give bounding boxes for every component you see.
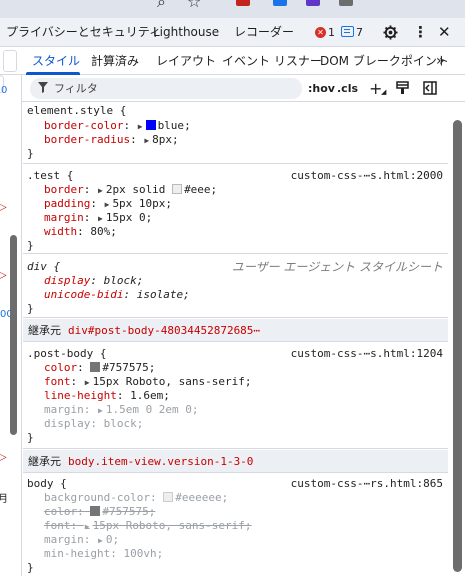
- star-icon[interactable]: ☆: [187, 0, 201, 11]
- extension-icon[interactable]: [236, 0, 250, 6]
- declaration-border-color[interactable]: border-color: ▶ blue;: [44, 119, 191, 133]
- styles-filter-bar: フィルタ :hov .cls + ◢: [0, 75, 465, 102]
- rule-close: }: [27, 431, 34, 444]
- styles-scrollbar[interactable]: [453, 120, 462, 572]
- user-agent-stylesheet-label: ユーザー エージェント スタイルシート: [231, 260, 443, 274]
- declaration-margin[interactable]: margin: ▶ 1.5em 0 2em 0;: [44, 403, 199, 417]
- rule-close: }: [27, 561, 34, 574]
- declaration-padding[interactable]: padding: ▶ 5px 10px;: [44, 197, 172, 211]
- declaration-margin[interactable]: margin: ▶ 0;: [44, 533, 119, 547]
- declaration-width[interactable]: width: 80%;: [44, 225, 117, 239]
- tab-privacy-security[interactable]: プライバシーとセキュリティ: [6, 18, 161, 47]
- declaration-margin[interactable]: margin: ▶ 15px 0;: [44, 211, 152, 225]
- declaration-color-overridden[interactable]: color: #757575;: [44, 505, 155, 519]
- filter-placeholder: フィルタ: [54, 82, 98, 95]
- tab-styles[interactable]: スタイル: [32, 47, 80, 75]
- tab-event-listeners[interactable]: イベント リスナー: [222, 47, 322, 75]
- declaration-unicode-bidi[interactable]: unicode-bidi: isolate;: [44, 288, 190, 302]
- declaration-border-radius[interactable]: border-radius: ▶ 8px;: [44, 133, 179, 147]
- hover-state-toggle[interactable]: :hov: [308, 75, 335, 102]
- declaration-background-color[interactable]: background-color: #eeeeee;: [44, 491, 228, 505]
- rule-source-link[interactable]: custom-css-⋯rs.html:865: [291, 477, 443, 491]
- rule-source-link[interactable]: custom-css-⋯s.html:1204: [291, 347, 443, 361]
- tab-computed[interactable]: 計算済み: [91, 47, 139, 75]
- tab-dom-breakpoints[interactable]: DOM ブレークポイント: [320, 47, 449, 75]
- inherited-label: 継承元: [28, 455, 61, 468]
- devtools-main-tabs: プライバシーとセキュリティ Lighthouse レコーダー ✕ 1 7 ⋮ ✕: [0, 18, 465, 47]
- rule-selector[interactable]: body {: [27, 477, 67, 491]
- rule-div-user-agent: div { ユーザー エージェント スタイルシート display: block…: [23, 254, 448, 318]
- more-options-icon[interactable]: ⋮: [413, 18, 428, 47]
- close-icon[interactable]: ✕: [438, 18, 451, 47]
- extension-icon[interactable]: [339, 0, 353, 6]
- filter-icon: [38, 82, 48, 93]
- inherited-from-header: 継承元 div#post-body-48034452872685⋯: [23, 319, 448, 342]
- class-toggle[interactable]: .cls: [337, 75, 358, 102]
- message-icon[interactable]: [341, 26, 354, 37]
- rule-selector[interactable]: element.style {: [27, 104, 126, 118]
- color-swatch[interactable]: [145, 120, 156, 130]
- styles-pane: element.style { border-color: ▶ blue; bor…: [23, 102, 448, 576]
- color-swatch[interactable]: [163, 492, 174, 502]
- dom-line-fragment: 月: [0, 494, 8, 505]
- rule-element-style: element.style { border-color: ▶ blue; bor…: [23, 102, 448, 164]
- rule-selector[interactable]: .post-body {: [27, 347, 106, 361]
- color-swatch[interactable]: [90, 506, 101, 516]
- elements-subtabs: スタイル 計算済み レイアウト イベント リスナー DOM ブレークポイント »: [0, 47, 465, 75]
- declaration-line-height[interactable]: line-height: 1.6em;: [44, 389, 170, 403]
- message-count[interactable]: 7: [356, 18, 363, 47]
- more-tabs-icon[interactable]: »: [436, 47, 445, 75]
- tab-layout[interactable]: レイアウト: [156, 47, 216, 75]
- extension-icon[interactable]: [306, 0, 320, 6]
- declaration-border[interactable]: border: ▶ 2px solid #eee;: [44, 183, 217, 197]
- rule-test: .test { custom-css-⋯s.html:2000 border: …: [23, 164, 448, 254]
- expand-arrow-icon[interactable]: ▷: [0, 202, 7, 213]
- rule-body: body { custom-css-⋯rs.html:865 backgroun…: [23, 474, 448, 576]
- rule-close: }: [27, 302, 34, 315]
- declaration-color[interactable]: color: #757575;: [44, 361, 155, 375]
- tab-lighthouse[interactable]: Lighthouse: [153, 18, 219, 47]
- dom-line-fragment: 0: [1, 85, 8, 96]
- color-swatch[interactable]: [172, 184, 183, 194]
- error-icon[interactable]: ✕: [315, 27, 326, 38]
- inherited-label: 継承元: [28, 324, 61, 337]
- rule-selector[interactable]: .test {: [27, 169, 73, 183]
- toggle-sidebar-icon[interactable]: [423, 81, 437, 95]
- declaration-min-height[interactable]: min-height: 100vh;: [44, 547, 163, 561]
- declaration-display[interactable]: display: block;: [44, 417, 143, 431]
- inherited-element-link[interactable]: div#post-body-48034452872685⋯: [68, 319, 260, 342]
- rule-source-link[interactable]: custom-css-⋯s.html:2000: [291, 169, 443, 183]
- inherited-element-link[interactable]: body.item-view.version-1-3-0: [68, 450, 253, 473]
- dom-tree-scrollbar[interactable]: [10, 235, 17, 435]
- expand-arrow-icon[interactable]: ▷: [0, 270, 7, 281]
- color-swatch[interactable]: [90, 362, 101, 372]
- declaration-display[interactable]: display: block;: [44, 274, 143, 288]
- rule-close: }: [27, 147, 34, 160]
- browser-toolbar: ⌕ ☆: [0, 0, 465, 18]
- declaration-font[interactable]: font: ▶ 15px Roboto, sans-serif;: [44, 375, 252, 389]
- overflow-left-icon[interactable]: [3, 50, 17, 72]
- rule-selector[interactable]: div {: [27, 260, 60, 274]
- search-icon[interactable]: ⌕: [157, 0, 166, 12]
- gear-icon[interactable]: [383, 25, 398, 40]
- declaration-font-overridden[interactable]: font: ▶ 15px Roboto, sans-serif;: [44, 519, 252, 533]
- rule-close: }: [27, 239, 34, 252]
- rule-post-body: .post-body { custom-css-⋯s.html:1204 col…: [23, 343, 448, 449]
- paint-brush-icon[interactable]: [396, 81, 409, 95]
- expand-arrow-icon[interactable]: ▷: [0, 452, 7, 463]
- tab-recorder[interactable]: レコーダー: [234, 18, 294, 47]
- error-count[interactable]: 1: [328, 18, 335, 47]
- extension-icon[interactable]: [273, 0, 287, 6]
- inherited-from-header: 継承元 body.item-view.version-1-3-0: [23, 450, 448, 473]
